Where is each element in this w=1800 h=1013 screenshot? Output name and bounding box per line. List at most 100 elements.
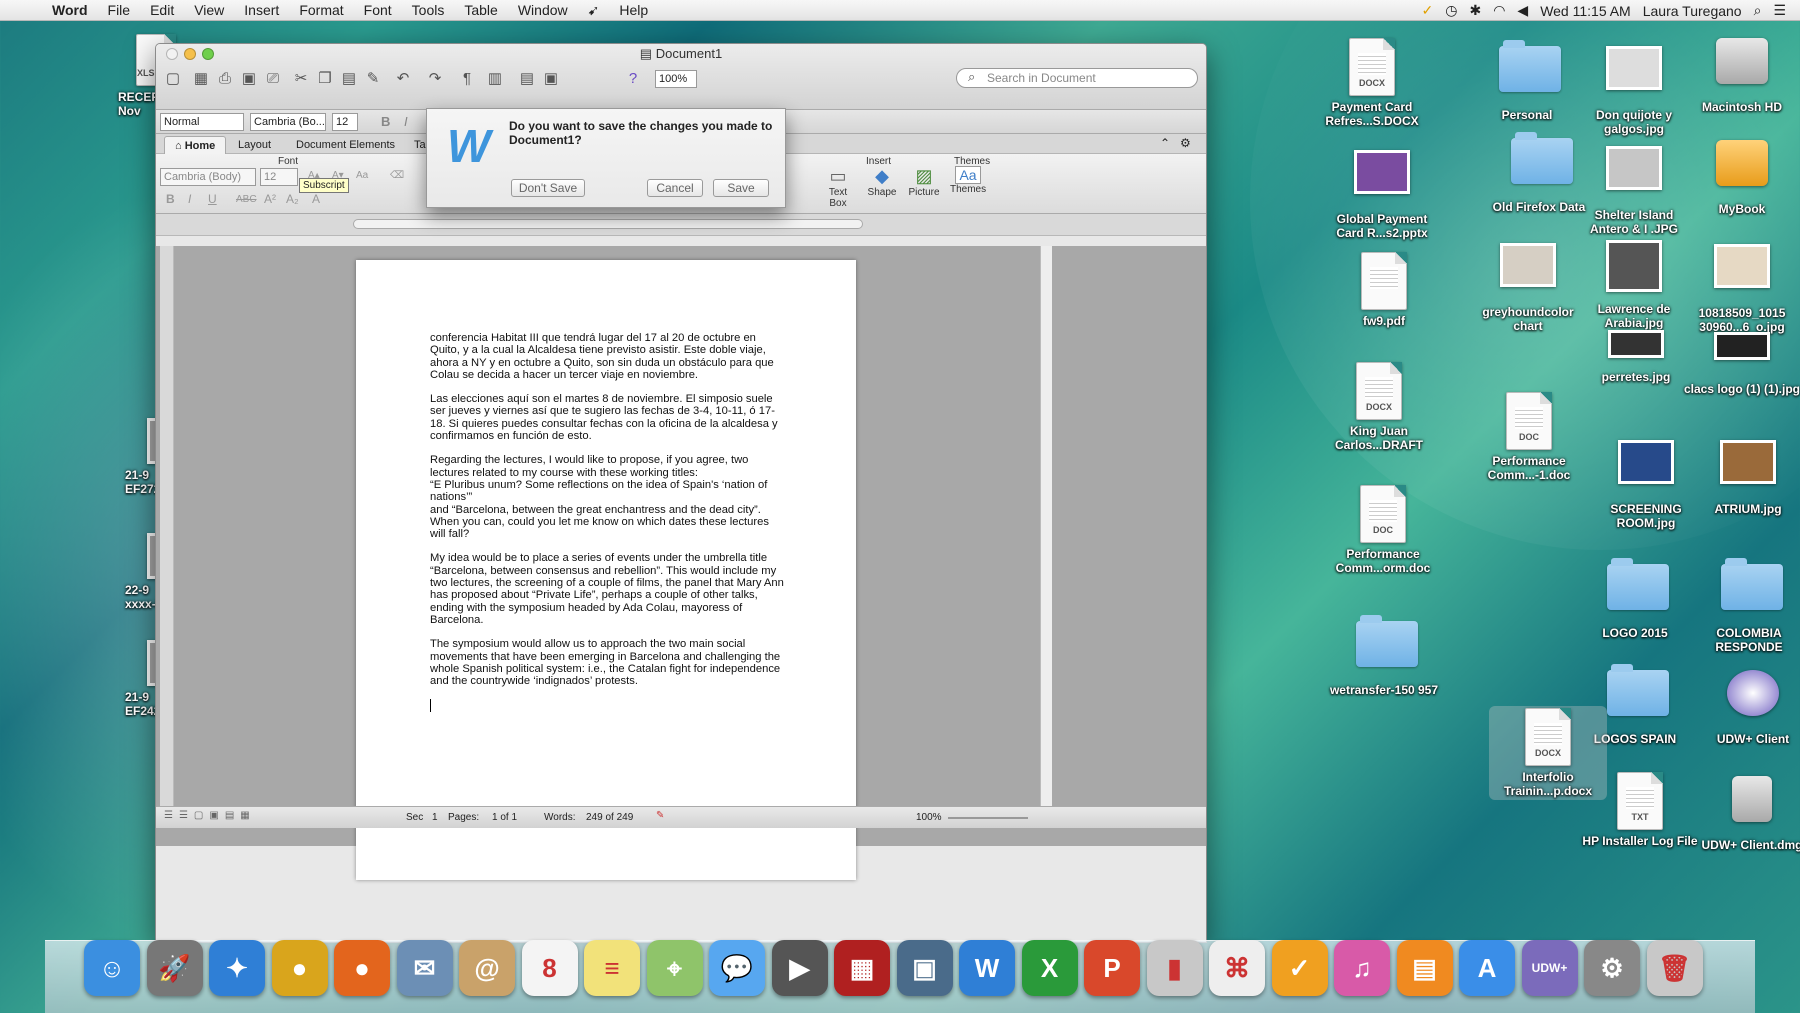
menu-table[interactable]: Table (454, 2, 507, 18)
dock-chrome-icon[interactable]: ● (271, 940, 328, 996)
ribbon-underline-icon[interactable]: U (208, 192, 217, 206)
dock-finder-icon[interactable]: ☺ (84, 940, 140, 996)
desktop-icon-king-juan-carlos[interactable]: DOCX King Juan Carlos...DRAFT (1320, 362, 1438, 452)
bold-icon[interactable]: B (381, 114, 390, 129)
desktop-icon-wetransfer[interactable]: wetransfer-150 957 (1325, 613, 1443, 697)
menu-tools[interactable]: Tools (402, 2, 455, 18)
italic-icon[interactable]: I (404, 114, 408, 129)
spotlight-icon[interactable]: ⌕ (1754, 2, 1762, 19)
undo-icon[interactable]: ↶ (392, 68, 414, 90)
subscript-icon[interactable]: A₂ (286, 192, 299, 206)
desktop-icon-performance-orm[interactable]: DOC Performance Comm...orm.doc (1324, 485, 1442, 575)
dock-trash-icon[interactable]: 🗑 (1646, 940, 1703, 996)
superscript-icon[interactable]: A² (264, 192, 276, 206)
dock-excel-icon[interactable]: X (1021, 940, 1078, 996)
dock-contacts-icon[interactable]: @ (459, 940, 515, 996)
menu-insert[interactable]: Insert (234, 2, 289, 18)
dock-itunes-icon[interactable]: ♫ (1334, 940, 1390, 996)
media-browser-icon[interactable]: ▣ (540, 68, 562, 90)
strikethrough-icon[interactable]: ABC (236, 194, 257, 205)
format-painter-icon[interactable]: ✎ (362, 68, 384, 90)
copy-icon[interactable]: ❐ (314, 68, 336, 90)
dock-facetime-icon[interactable]: ▶ (771, 940, 828, 996)
tab-layout[interactable]: Layout (228, 136, 281, 154)
zoom-select[interactable]: 100% (655, 70, 697, 88)
menu-file[interactable]: File (98, 2, 141, 18)
view-buttons[interactable]: ☰☰▢▣▤▦ (164, 810, 256, 821)
view-icon[interactable]: ▥ (484, 68, 506, 90)
desktop-icon-performance-1[interactable]: DOC Performance Comm...-1.doc (1470, 392, 1588, 482)
search-document-input[interactable]: Search in Document (956, 68, 1198, 88)
menu-font[interactable]: Font (354, 2, 402, 18)
dont-save-button[interactable]: Don't Save (511, 179, 585, 197)
menu-help[interactable]: Help (609, 2, 658, 18)
ribbon-bold-icon[interactable]: B (166, 192, 175, 206)
cut-icon[interactable]: ✂ (290, 68, 312, 90)
desktop-icon-global-payment[interactable]: Global Payment Card R...s2.pptx (1323, 142, 1441, 240)
desktop-icon-clacs-logo[interactable]: clacs logo (1) (1).jpg (1683, 332, 1800, 396)
help-icon[interactable]: ? (622, 68, 644, 90)
dock-photo-booth-icon[interactable]: ▦ (834, 940, 890, 996)
desktop-icon-logo-2015[interactable]: LOGO 2015 (1576, 556, 1694, 640)
vertical-scrollbar[interactable] (1040, 246, 1052, 806)
shape-button[interactable]: ◆ Shape (864, 166, 900, 198)
clock[interactable]: Wed 11:15 AM (1540, 3, 1631, 19)
wifi-icon[interactable]: ◠ (1493, 2, 1505, 19)
desktop-icon-colombia-responde[interactable]: COLOMBIA RESPONDE (1690, 556, 1800, 654)
open-icon[interactable]: ⎙ (214, 68, 236, 90)
dock-acrobat-icon[interactable]: ⌘ (1209, 940, 1265, 996)
zoom-slider[interactable] (948, 817, 1028, 819)
user-name[interactable]: Laura Turegano (1643, 3, 1742, 19)
dock-calendar-icon[interactable]: 8 (521, 940, 578, 996)
dock-udw-plus-icon[interactable]: UDW+ (1521, 940, 1578, 996)
cancel-button[interactable]: Cancel (647, 179, 703, 197)
dock-safari-icon[interactable]: ✦ (209, 940, 265, 996)
dock-word-icon[interactable]: W (959, 940, 1015, 996)
save-button[interactable]: Save (713, 179, 769, 197)
sidebar-icon[interactable]: ▤ (516, 68, 538, 90)
size-select[interactable]: 12 (332, 113, 358, 131)
font-select[interactable]: Cambria (Bo... (250, 113, 326, 131)
desktop-icon-greyhound[interactable]: greyhoundcolor chart (1469, 235, 1587, 333)
dock-firefox-icon[interactable]: ● (334, 940, 390, 996)
menu-window[interactable]: Window (508, 2, 578, 18)
dock-diet-coke-icon[interactable]: ▮ (1146, 940, 1203, 996)
desktop-icon-10818509[interactable]: 10818509_1015 30960...6_o.jpg (1683, 236, 1800, 334)
desktop-icon-fw9[interactable]: fw9.pdf (1325, 252, 1443, 328)
proofing-icon[interactable]: ✎ (656, 810, 664, 821)
dock-mail-bird-icon[interactable]: ✉ (396, 940, 453, 996)
notification-center-icon[interactable]: ☰ (1773, 2, 1786, 19)
themes-button[interactable]: Aa Themes (950, 166, 986, 195)
dock-powerpoint-icon[interactable]: P (1084, 940, 1140, 996)
ribbon-font-select[interactable]: Cambria (Body) (160, 168, 256, 186)
ribbon-size-select[interactable]: 12 (260, 168, 298, 186)
picture-button[interactable]: ▨ Picture (906, 166, 942, 198)
dock-messages-icon[interactable]: 💬 (709, 940, 765, 996)
script-menu-icon[interactable]: ➹ (578, 2, 610, 19)
desktop-icon-screening-room[interactable]: SCREENING ROOM.jpg (1587, 432, 1705, 530)
desktop-icon-perretes[interactable]: perretes.jpg (1577, 330, 1695, 384)
menu-format[interactable]: Format (289, 2, 353, 18)
menu-edit[interactable]: Edit (140, 2, 184, 18)
desktop-icon-lawrence[interactable]: Lawrence de Arabia.jpg (1575, 232, 1693, 330)
dock-notes-icon[interactable]: ≡ (584, 940, 640, 996)
new-document-icon[interactable]: ▢ (162, 68, 184, 90)
document-body[interactable]: conferencia Habitat III que tendrá lugar… (430, 332, 786, 716)
print-icon[interactable]: ⎚ (262, 68, 284, 90)
ruler[interactable] (156, 214, 1206, 236)
time-machine-icon[interactable]: ◷ (1445, 2, 1457, 19)
paragraph-marks-icon[interactable]: ¶ (456, 68, 478, 90)
text-color-icon[interactable]: A (312, 192, 320, 206)
paste-icon[interactable]: ▤ (338, 68, 360, 90)
desktop-icon-macintosh-hd[interactable]: Macintosh HD (1683, 30, 1800, 114)
tab-document-elements[interactable]: Document Elements (286, 136, 405, 154)
dock-maps-icon[interactable]: ⌖ (646, 940, 703, 996)
desktop-icon-mybook[interactable]: MyBook (1683, 132, 1800, 216)
save-icon[interactable]: ▣ (238, 68, 260, 90)
tab-home[interactable]: ⌂ Home (164, 136, 227, 154)
dock-launchpad-icon[interactable]: 🚀 (146, 940, 203, 996)
desktop-icon-payment-card[interactable]: DOCX Payment Card Refres...S.DOCX (1313, 38, 1431, 128)
change-case-icon[interactable]: Aa (356, 170, 368, 181)
dock-system-preferences-icon[interactable]: ⚙ (1584, 940, 1640, 996)
dock-app-store-icon[interactable]: A (1459, 940, 1515, 996)
